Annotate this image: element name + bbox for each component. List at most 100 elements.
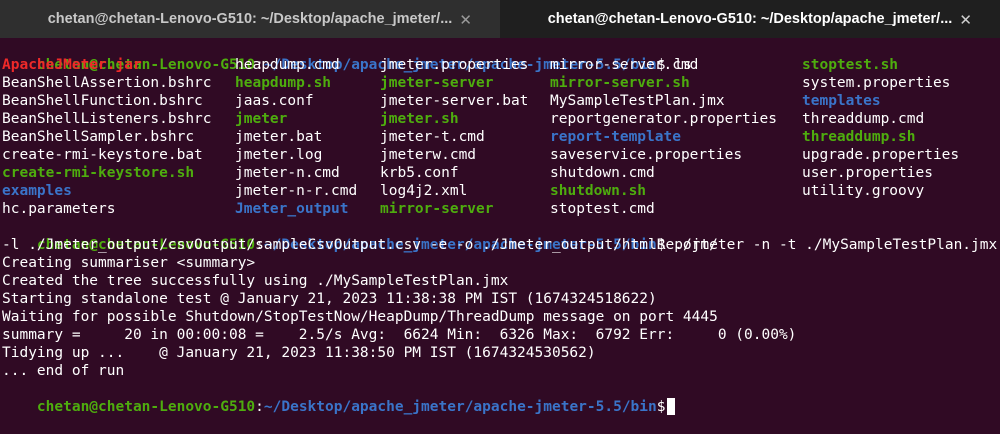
ls-entry-name: threaddump.cmd bbox=[802, 111, 925, 127]
output-line: Starting standalone test @ January 21, 2… bbox=[2, 291, 657, 307]
ls-entry: MySampleTestPlan.jmx bbox=[550, 92, 725, 110]
ls-entry-name: jmeter.properties bbox=[380, 57, 529, 73]
ls-entry: system.properties bbox=[802, 74, 950, 92]
ls-entry-name: Jmeter_output bbox=[235, 201, 349, 217]
ls-entry: reportgenerator.properties bbox=[550, 110, 777, 128]
prompt-path: ~/Desktop/apache_jmeter/apache-jmeter-5.… bbox=[263, 399, 657, 415]
ls-entry: stoptest.cmd bbox=[550, 200, 655, 218]
ls-entry-name: jmeter.bat bbox=[235, 129, 323, 145]
prompt-user-host: chetan@chetan-Lenovo-G510 bbox=[36, 399, 256, 415]
ls-entry: create-rmi-keystore.sh bbox=[2, 164, 194, 182]
tab-title: chetan@chetan-Lenovo-G510: ~/Desktop/apa… bbox=[47, 11, 453, 27]
prompt-line: chetan@chetan-Lenovo-G510:~/Desktop/apac… bbox=[2, 38, 692, 73]
ls-entry-name: MySampleTestPlan.jmx bbox=[550, 93, 725, 109]
ls-entry: shutdown.cmd bbox=[550, 164, 655, 182]
command-continuation: -l ./Jmeter_output/csvOutput/sampleCsvOu… bbox=[2, 237, 718, 253]
prompt-line: chetan@chetan-Lenovo-G510:~/Desktop/apac… bbox=[2, 218, 997, 253]
ls-entry-name: create-rmi-keystore.bat bbox=[2, 147, 203, 163]
ls-entry: examples bbox=[2, 182, 72, 200]
ls-entry: shutdown.sh bbox=[550, 182, 646, 200]
ls-entry: mirror-server.sh bbox=[550, 74, 690, 92]
ls-entry-name: jaas.conf bbox=[235, 93, 314, 109]
ls-entry-name: heapdump.cmd bbox=[235, 57, 340, 73]
ls-entry-name: jmeter.sh bbox=[380, 111, 459, 127]
ls-entry-name: examples bbox=[2, 183, 72, 199]
ls-entry-name: ApacheJMeter.jar bbox=[2, 57, 142, 73]
tab-title: chetan@chetan-Lenovo-G510: ~/Desktop/apa… bbox=[547, 11, 953, 27]
output-line: Creating summariser <summary> bbox=[2, 255, 256, 271]
ls-entry-name: BeanShellFunction.bshrc bbox=[2, 93, 203, 109]
terminal-tab-bar: chetan@chetan-Lenovo-G510: ~/Desktop/apa… bbox=[0, 0, 1000, 38]
ls-entry: saveservice.properties bbox=[550, 146, 742, 164]
output-line: Tidying up ... @ January 21, 2023 11:38:… bbox=[2, 345, 596, 361]
ls-entry-name: shutdown.sh bbox=[550, 183, 647, 199]
ls-entry-name: heapdump.sh bbox=[235, 75, 332, 91]
prompt-dollar: $ bbox=[656, 399, 666, 415]
ls-entry-name: jmeter-n.cmd bbox=[235, 165, 340, 181]
ls-entry: threaddump.cmd bbox=[802, 110, 924, 128]
ls-entry: jmeter.properties bbox=[380, 56, 528, 74]
ls-entry-name: shutdown.cmd bbox=[550, 165, 655, 181]
ls-entry-name: report-template bbox=[550, 129, 681, 145]
ls-entry-name: system.properties bbox=[802, 75, 951, 91]
prompt-separator: : bbox=[255, 399, 264, 415]
close-icon[interactable]: ✕ bbox=[459, 11, 472, 29]
ls-entry: jmeter-n.cmd bbox=[235, 164, 340, 182]
terminal-tab-1[interactable]: chetan@chetan-Lenovo-G510: ~/Desktop/apa… bbox=[0, 0, 500, 38]
ls-entry-name: krb5.conf bbox=[380, 165, 459, 181]
output-line: Waiting for possible Shutdown/StopTestNo… bbox=[2, 309, 718, 325]
ls-entry-name: stoptest.sh bbox=[802, 57, 899, 73]
ls-entry-name: mirror-server bbox=[380, 201, 494, 217]
ls-entry-name: BeanShellListeners.bshrc bbox=[2, 111, 212, 127]
ls-entry: mirror-server.cmd bbox=[550, 56, 698, 74]
ls-entry: jmeter bbox=[235, 110, 287, 128]
ls-entry-name: mirror-server.cmd bbox=[550, 57, 699, 73]
ls-entry: hc.parameters bbox=[2, 200, 116, 218]
ls-entry: jmeter-n-r.cmd bbox=[235, 182, 357, 200]
output-line: Created the tree successfully using ./My… bbox=[2, 273, 509, 289]
ls-entry-name: threaddump.sh bbox=[802, 129, 916, 145]
output-line: summary = 20 in 00:00:08 = 2.5/s Avg: 66… bbox=[2, 327, 797, 343]
ls-entry-name: hc.parameters bbox=[2, 201, 116, 217]
ls-entry: log4j2.xml bbox=[380, 182, 467, 200]
ls-entry-name: upgrade.properties bbox=[802, 147, 960, 163]
ls-entry-name: jmeterw.cmd bbox=[380, 147, 477, 163]
ls-entry-name: jmeter-server.bat bbox=[380, 93, 529, 109]
ls-entry: create-rmi-keystore.bat bbox=[2, 146, 203, 164]
ls-entry: upgrade.properties bbox=[802, 146, 959, 164]
ls-entry-name: user.properties bbox=[802, 165, 933, 181]
ls-entry-name: BeanShellSampler.bshrc bbox=[2, 129, 195, 145]
ls-entry: BeanShellAssertion.bshrc bbox=[2, 74, 212, 92]
ls-entry-name: utility.groovy bbox=[802, 183, 925, 199]
ls-entry: jaas.conf bbox=[235, 92, 314, 110]
ls-entry-name: saveservice.properties bbox=[550, 147, 743, 163]
terminal-tab-2[interactable]: chetan@chetan-Lenovo-G510: ~/Desktop/apa… bbox=[500, 0, 1000, 38]
ls-entry-name: jmeter-t.cmd bbox=[380, 129, 485, 145]
ls-entry: heapdump.sh bbox=[235, 74, 331, 92]
ls-entry-name: log4j2.xml bbox=[380, 183, 468, 199]
ls-entry: user.properties bbox=[802, 164, 933, 182]
ls-entry-name: create-rmi-keystore.sh bbox=[2, 165, 195, 181]
ls-entry: utility.groovy bbox=[802, 182, 924, 200]
ls-entry: jmeter-server.bat bbox=[380, 92, 528, 110]
close-icon[interactable]: ✕ bbox=[959, 11, 972, 29]
ls-entry-name: jmeter-n-r.cmd bbox=[235, 183, 358, 199]
ls-entry: jmeter.sh bbox=[380, 110, 459, 128]
prompt-line: chetan@chetan-Lenovo-G510:~/Desktop/apac… bbox=[2, 380, 676, 415]
terminal-output[interactable]: chetan@chetan-Lenovo-G510:~/Desktop/apac… bbox=[0, 38, 1000, 415]
ls-entry: BeanShellFunction.bshrc bbox=[2, 92, 203, 110]
ls-entry: BeanShellListeners.bshrc bbox=[2, 110, 212, 128]
ls-entry-name: jmeter bbox=[235, 111, 288, 127]
ls-entry: templates bbox=[802, 92, 881, 110]
ls-entry: heapdump.cmd bbox=[235, 56, 340, 74]
ls-entry-name: BeanShellAssertion.bshrc bbox=[2, 75, 212, 91]
ls-entry-name: stoptest.cmd bbox=[550, 201, 655, 217]
ls-entry: mirror-server bbox=[380, 200, 494, 218]
text-cursor bbox=[667, 398, 676, 415]
ls-entry-name: reportgenerator.properties bbox=[550, 111, 777, 127]
ls-entry: BeanShellSampler.bshrc bbox=[2, 128, 194, 146]
output-line: ... end of run bbox=[2, 363, 125, 379]
ls-entry: jmeterw.cmd bbox=[380, 146, 476, 164]
ls-entry: jmeter.bat bbox=[235, 128, 322, 146]
ls-entry: krb5.conf bbox=[380, 164, 459, 182]
